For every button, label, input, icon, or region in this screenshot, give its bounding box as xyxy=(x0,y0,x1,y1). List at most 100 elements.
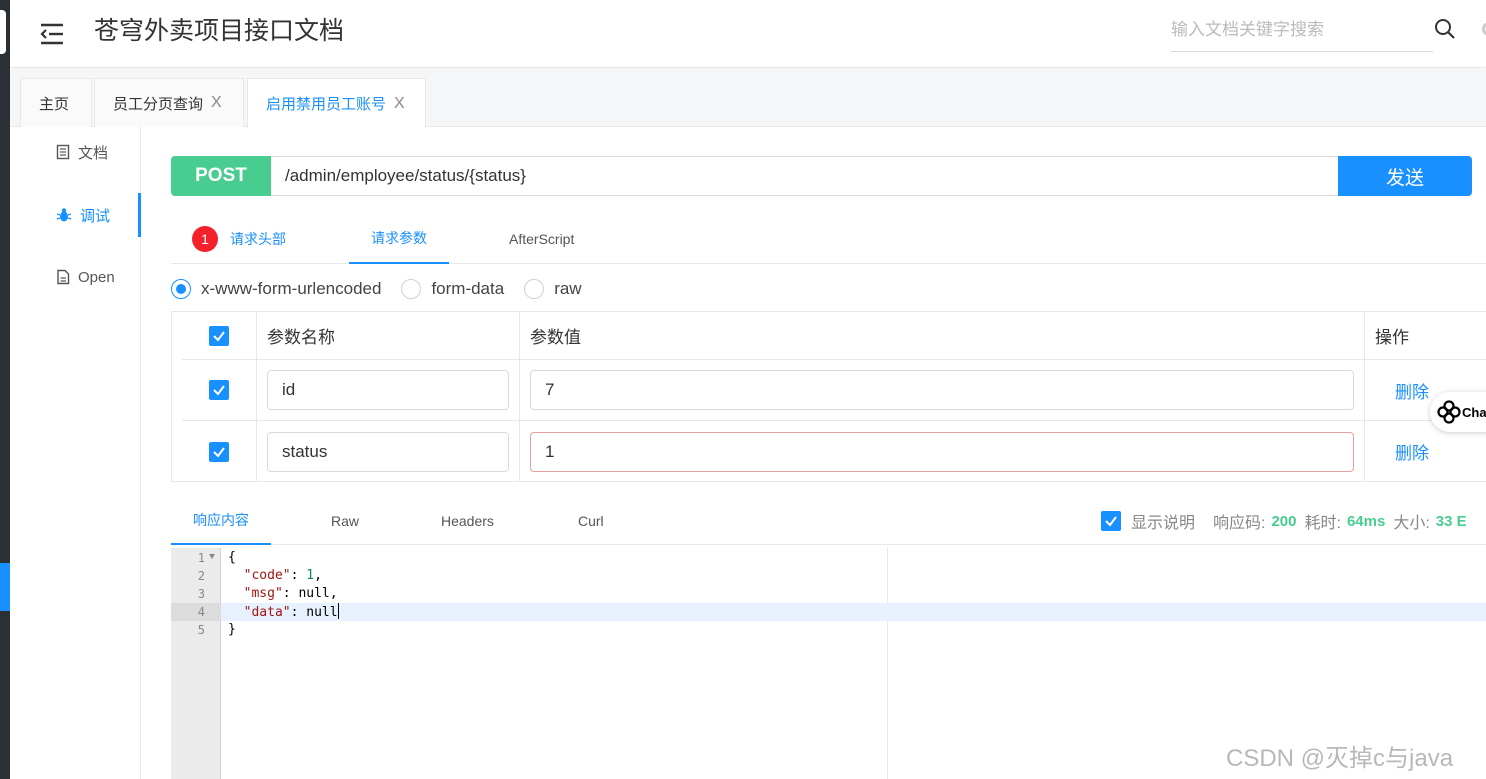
radio-form-data[interactable]: form-data xyxy=(401,279,504,299)
document-icon xyxy=(56,144,70,160)
table-row: 删除 xyxy=(182,360,1486,421)
file-icon xyxy=(57,269,70,285)
param-name-input[interactable] xyxy=(267,370,509,410)
tab-afterscript[interactable]: AfterScript xyxy=(509,213,574,264)
page-tabbar: 主页 员工分页查询 X 启用禁用员工账号 X xyxy=(10,69,1486,128)
header-param-name: 参数名称 xyxy=(257,312,520,359)
response-tabs: 响应内容 Raw Headers Curl 显示说明 响应码: 200 耗时: … xyxy=(171,497,1486,545)
fold-arrow-icon[interactable] xyxy=(209,554,215,559)
sidebar-item-debug[interactable]: 调试 xyxy=(10,193,141,237)
request-tabs: 1 请求头部 请求参数 AfterScript xyxy=(171,213,1486,264)
code-text: { xyxy=(228,550,236,565)
tab-curl[interactable]: Curl xyxy=(578,497,604,545)
chat-logo-icon xyxy=(1437,400,1461,424)
time-value: 64ms xyxy=(1346,512,1386,530)
row-checkbox[interactable] xyxy=(209,441,229,462)
tab-home[interactable]: 主页 xyxy=(20,78,92,127)
line-number-gutter: 1 2 3 4 5 xyxy=(171,548,221,779)
param-value-cell xyxy=(520,421,1365,482)
delete-link[interactable]: 删除 xyxy=(1365,378,1429,403)
tab-request-headers[interactable]: 1 请求头部 xyxy=(192,213,286,264)
tab-label: 响应内容 xyxy=(193,512,249,528)
window-edge-strip xyxy=(0,0,10,779)
table-row: 删除 xyxy=(182,421,1486,482)
code-text: } xyxy=(228,622,236,637)
tab-label: 员工分页查询 xyxy=(113,95,204,113)
response-meta: 显示说明 响应码: 200 耗时: 64ms 大小: 33 E xyxy=(1101,497,1475,545)
sidebar-item-open[interactable]: Open xyxy=(10,255,141,299)
code-line: } xyxy=(221,621,1486,639)
radio-dot xyxy=(171,279,191,299)
http-method-badge: POST xyxy=(171,156,271,196)
chat-widget-label: Cha xyxy=(1462,404,1486,420)
header-param-value: 参数值 xyxy=(520,312,1365,359)
param-name-cell xyxy=(257,360,520,420)
json-key: "code" xyxy=(243,568,291,583)
sidebar-item-label: 文档 xyxy=(78,144,109,162)
code-line-active: "data": null xyxy=(221,603,1486,621)
radio-x-www-form-urlencoded[interactable]: x-www-form-urlencoded xyxy=(171,279,381,299)
code-line: { xyxy=(221,549,1486,567)
delete-link[interactable]: 删除 xyxy=(1365,439,1429,464)
sidebar-item-label: Open xyxy=(78,268,115,286)
row-check-cell xyxy=(182,421,257,482)
tab-employee-page-query[interactable]: 员工分页查询 X xyxy=(94,78,244,127)
code-text: : null xyxy=(290,605,338,620)
line-number: 4 xyxy=(171,603,221,621)
close-icon[interactable]: X xyxy=(394,95,405,113)
json-key: "data" xyxy=(243,605,291,620)
time-label: 耗时: xyxy=(1304,515,1341,532)
param-name-cell xyxy=(257,421,520,482)
code-line: "msg": null, xyxy=(221,585,1486,603)
top-header: 苍穹外卖项目接口文档 xyxy=(10,0,1486,68)
param-value-input[interactable] xyxy=(530,431,1354,472)
tab-label: 主页 xyxy=(39,95,70,113)
param-value-input[interactable] xyxy=(530,370,1354,410)
tab-raw[interactable]: Raw xyxy=(331,497,359,545)
sidebar-item-docs[interactable]: 文档 xyxy=(10,130,141,174)
header-action: 操作 xyxy=(1375,328,1409,347)
size-value: 33 E xyxy=(1435,512,1467,530)
tab-label: Curl xyxy=(578,513,604,529)
chat-widget[interactable]: Cha xyxy=(1430,392,1486,432)
tab-headers[interactable]: Headers xyxy=(441,497,494,545)
row-checkbox[interactable] xyxy=(209,380,229,400)
send-button[interactable]: 发送 xyxy=(1338,156,1472,196)
param-value-cell xyxy=(520,360,1365,420)
tab-enable-disable-employee[interactable]: 启用禁用员工账号 X xyxy=(247,78,426,128)
tab-request-params[interactable]: 请求参数 xyxy=(349,213,449,264)
loading-icon xyxy=(1482,22,1486,36)
param-name-input[interactable] xyxy=(267,431,509,472)
search-input[interactable] xyxy=(1171,12,1401,48)
status-code-label: 响应码: xyxy=(1213,515,1266,532)
code-text: : null, xyxy=(282,586,338,601)
line-number: 2 xyxy=(197,569,205,583)
app-title: 苍穹外卖项目接口文档 xyxy=(94,17,345,45)
search-icon[interactable] xyxy=(1434,18,1456,40)
body-type-radio-group: x-www-form-urlencoded form-data raw xyxy=(171,276,602,302)
close-icon[interactable]: X xyxy=(211,94,222,112)
show-desc-checkbox[interactable] xyxy=(1101,511,1121,531)
code-text: : xyxy=(290,568,307,583)
line-number: 3 xyxy=(197,587,205,601)
tab-label: 请求头部 xyxy=(230,230,286,247)
tab-label: Raw xyxy=(331,513,360,529)
size-label: 大小: xyxy=(1393,515,1430,532)
status-code-value: 200 xyxy=(1271,512,1297,530)
table-header-row: 参数名称 参数值 操作 xyxy=(182,312,1486,360)
show-desc-label: 显示说明 xyxy=(1131,515,1196,532)
side-menu: 文档 调试 Open xyxy=(10,127,141,779)
bug-icon xyxy=(56,208,72,222)
tab-label: AfterScript xyxy=(509,230,575,247)
count-badge: 1 xyxy=(192,225,218,252)
select-all-checkbox[interactable] xyxy=(209,325,229,346)
json-number: 1 xyxy=(306,568,315,583)
radio-raw[interactable]: raw xyxy=(524,279,582,299)
code-text: , xyxy=(314,568,322,583)
row-check-cell xyxy=(182,360,257,420)
menu-toggle-icon[interactable] xyxy=(36,18,68,50)
radio-dot xyxy=(524,279,545,299)
tab-response-content[interactable]: 响应内容 xyxy=(171,497,271,545)
url-input[interactable] xyxy=(271,156,1339,196)
text-caret xyxy=(337,603,339,619)
